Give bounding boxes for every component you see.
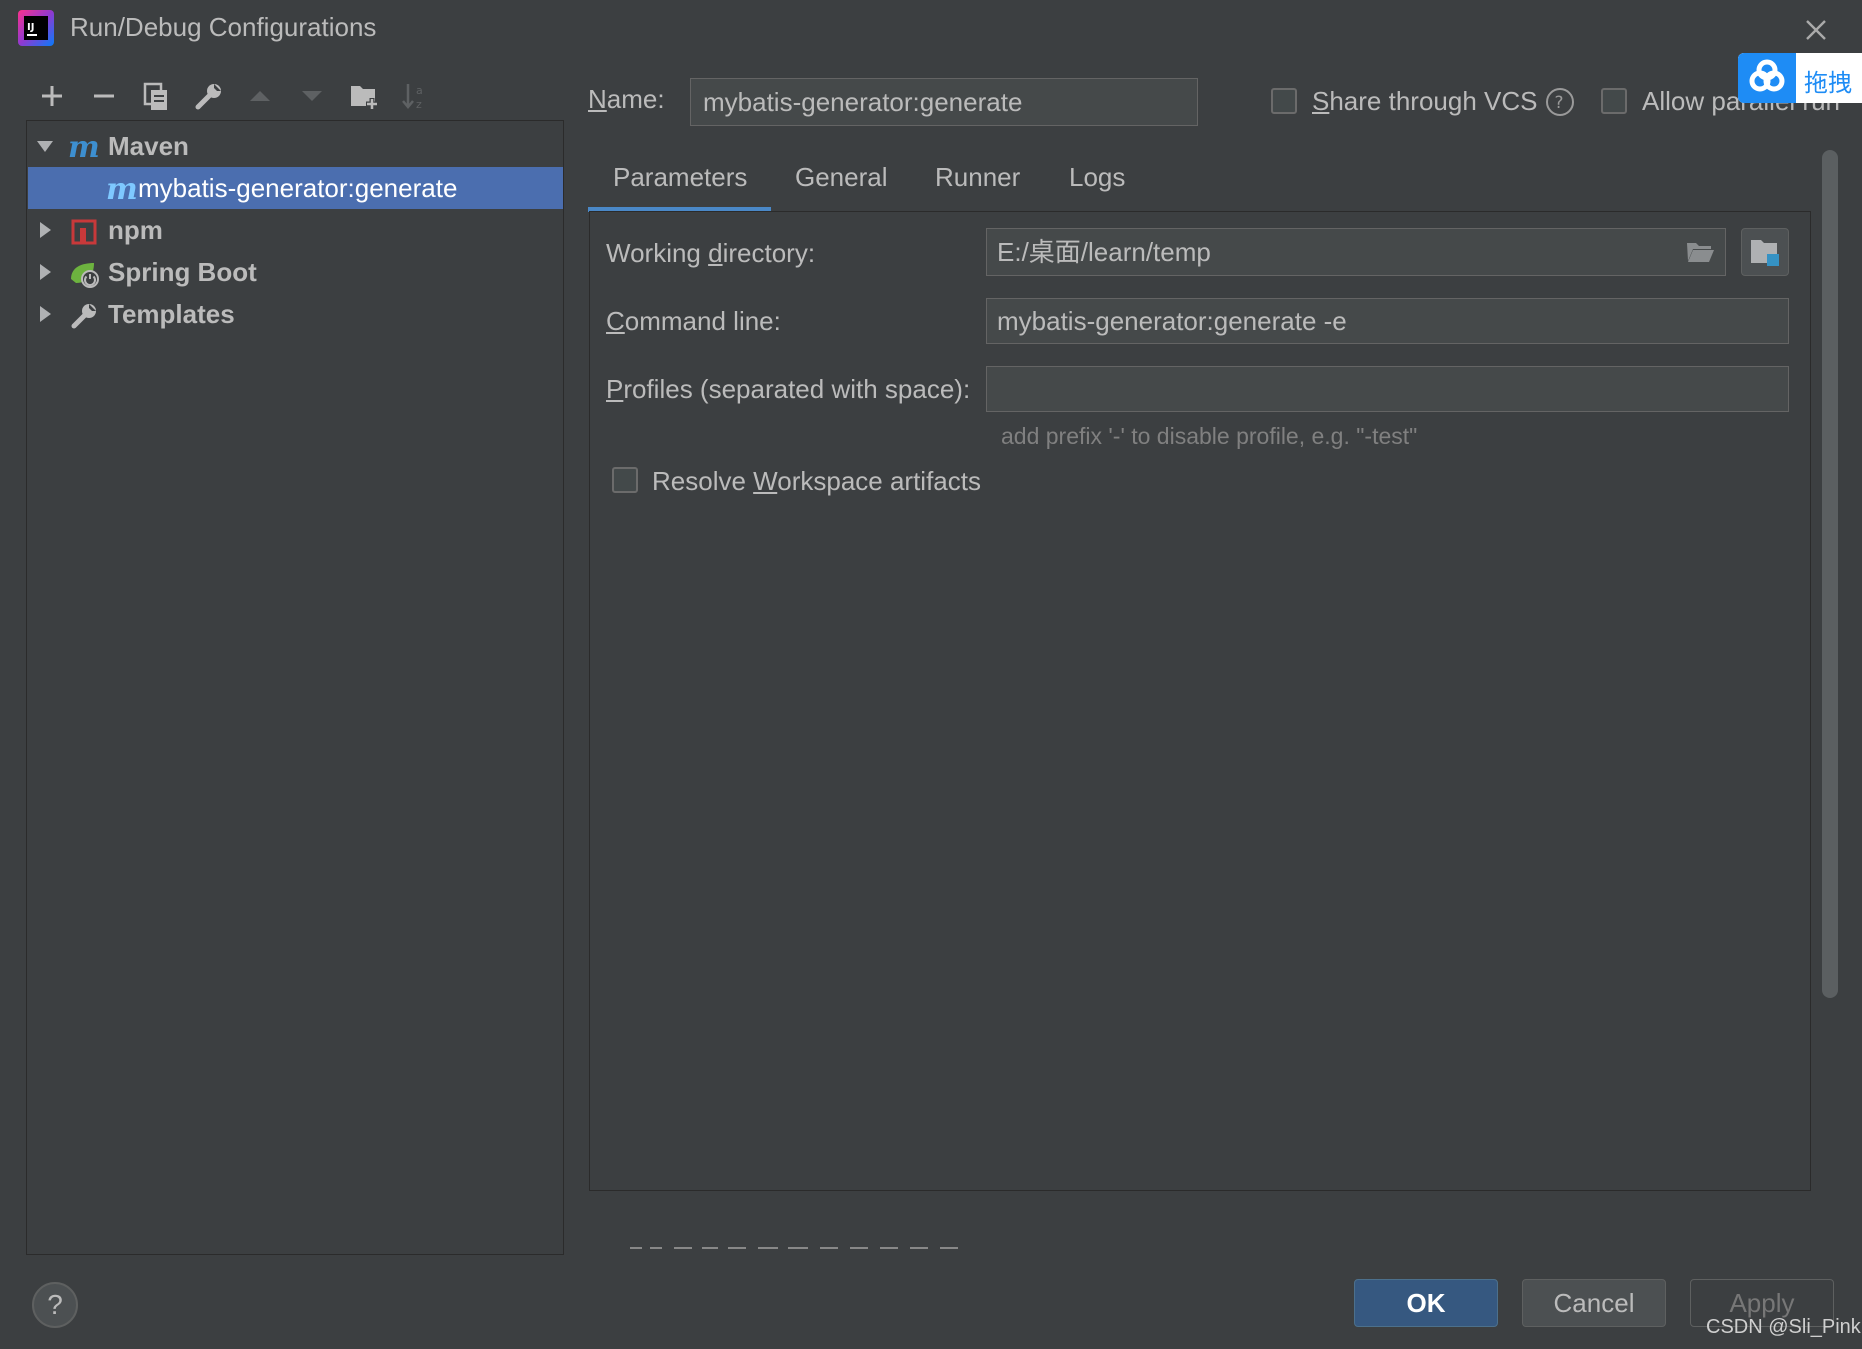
profiles-label: Profiles (separated with space): xyxy=(606,374,971,404)
svg-text:a: a xyxy=(416,84,423,97)
copy-icon[interactable] xyxy=(136,76,176,116)
tree-label: Spring Boot xyxy=(108,257,257,287)
tree-item-spring-boot[interactable]: Spring Boot xyxy=(28,251,563,293)
netdisk-drag-badge-front[interactable]: 拖拽 xyxy=(1738,53,1862,103)
name-label: Name: xyxy=(588,84,665,114)
watermark: CSDN @Sli_Pink xyxy=(1706,1316,1861,1338)
macro-browse-button[interactable] xyxy=(1741,228,1789,276)
remove-icon[interactable] xyxy=(84,76,124,116)
configurations-tree[interactable]: m Maven m mybatis-generator:generate npm… xyxy=(26,120,564,1255)
window-title: Run/Debug Configurations xyxy=(70,12,377,42)
tree-item-npm[interactable]: npm xyxy=(28,209,563,251)
command-line-label: Command line: xyxy=(606,306,781,336)
clipped-before-launch-text xyxy=(628,1238,978,1250)
move-up-icon[interactable] xyxy=(240,76,280,116)
expand-arrow-icon[interactable] xyxy=(34,303,56,325)
svg-text:?: ? xyxy=(1555,93,1564,113)
folder-open-icon[interactable] xyxy=(1685,239,1715,265)
intellij-idea-icon: IJ xyxy=(18,10,54,46)
command-line-input[interactable]: mybatis-generator:generate -e xyxy=(986,298,1789,344)
cancel-button[interactable]: Cancel xyxy=(1522,1279,1666,1327)
working-directory-value: E:/桌面/learn/temp xyxy=(997,237,1211,267)
svg-text:m: m xyxy=(68,131,100,163)
svg-text:IJ: IJ xyxy=(27,22,34,33)
add-icon[interactable] xyxy=(32,76,72,116)
profiles-hint: add prefix '-' to disable profile, e.g. … xyxy=(1001,423,1418,449)
resolve-workspace-checkbox[interactable] xyxy=(612,467,638,493)
profiles-input[interactable] xyxy=(986,366,1789,412)
parameters-panel xyxy=(589,211,1811,1191)
working-directory-input[interactable]: E:/桌面/learn/temp xyxy=(986,228,1726,276)
tab-general[interactable]: General xyxy=(770,160,913,212)
tab-logs[interactable]: Logs xyxy=(1044,160,1150,212)
help-button[interactable]: ? xyxy=(32,1282,78,1328)
svg-text:m: m xyxy=(106,173,138,205)
share-vcs-checkbox[interactable] xyxy=(1271,88,1297,114)
wrench-icon xyxy=(68,299,100,331)
tree-label: Templates xyxy=(108,299,235,329)
tree-item-maven[interactable]: m Maven xyxy=(28,125,563,167)
allow-parallel-checkbox[interactable] xyxy=(1601,88,1627,114)
resolve-workspace-label: Resolve Workspace artifacts xyxy=(652,466,981,496)
expand-arrow-icon[interactable] xyxy=(34,219,56,241)
sort-icon[interactable]: az xyxy=(396,76,436,116)
tree-label: Maven xyxy=(108,131,189,161)
wrench-icon[interactable] xyxy=(188,76,228,116)
tree-label: mybatis-generator:generate xyxy=(138,173,458,203)
baidu-netdisk-cloud-icon xyxy=(1738,53,1796,103)
spring-boot-icon xyxy=(68,257,100,289)
tab-parameters[interactable]: Parameters xyxy=(588,160,772,212)
close-icon[interactable] xyxy=(1796,10,1836,50)
maven-icon: m xyxy=(106,173,138,205)
share-vcs-label: Share through VCS xyxy=(1312,86,1538,116)
expand-arrow-icon[interactable] xyxy=(34,135,56,157)
help-icon[interactable]: ? xyxy=(1545,87,1575,117)
tree-item-templates[interactable]: Templates xyxy=(28,293,563,335)
npm-icon xyxy=(68,215,100,247)
tree-label: npm xyxy=(108,215,163,245)
working-directory-label: Working directory: xyxy=(606,238,816,268)
tab-runner[interactable]: Runner xyxy=(910,160,1045,212)
new-folder-icon[interactable] xyxy=(344,76,384,116)
name-input[interactable]: mybatis-generator:generate xyxy=(690,78,1198,126)
ok-button[interactable]: OK xyxy=(1354,1279,1498,1327)
tree-item-mybatis-generator[interactable]: m mybatis-generator:generate xyxy=(28,167,563,209)
svg-text:z: z xyxy=(416,98,422,111)
drag-label: 拖拽 xyxy=(1804,70,1852,97)
vertical-scrollbar[interactable] xyxy=(1822,150,1838,998)
move-down-icon[interactable] xyxy=(292,76,332,116)
maven-icon: m xyxy=(68,131,100,163)
expand-arrow-icon[interactable] xyxy=(34,261,56,283)
